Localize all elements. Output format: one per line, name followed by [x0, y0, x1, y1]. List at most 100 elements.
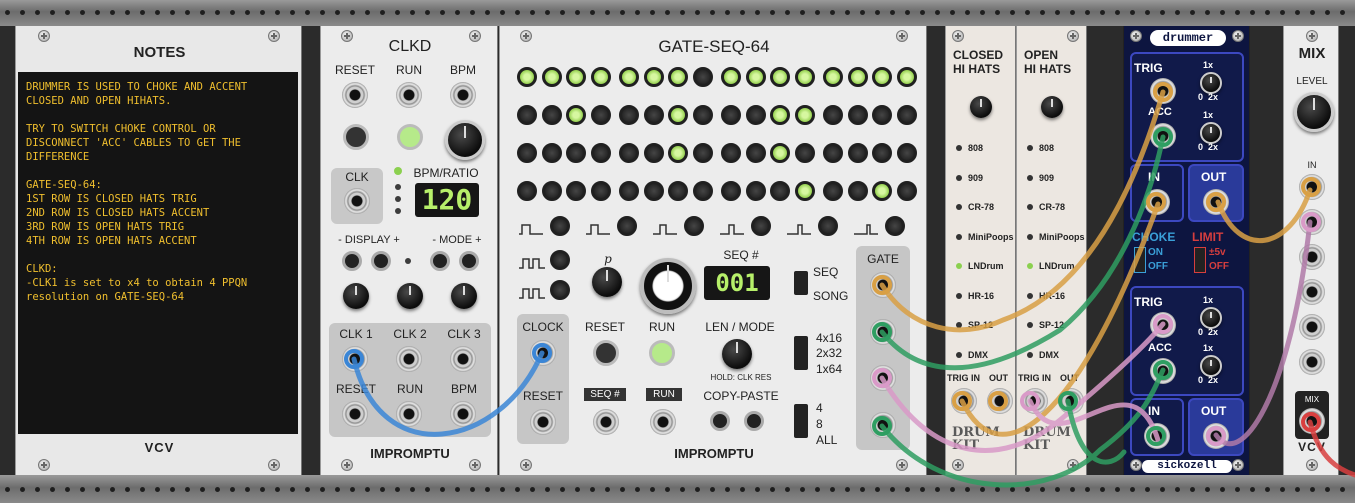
step-button[interactable] — [668, 143, 688, 163]
reset-output-jack[interactable] — [342, 401, 368, 427]
step-button[interactable] — [794, 67, 815, 87]
step-button[interactable] — [823, 105, 843, 125]
kit-option[interactable]: DMX — [1039, 350, 1059, 360]
gate-output-2-jack[interactable] — [870, 319, 896, 345]
step-button[interactable] — [643, 143, 664, 163]
step-button[interactable] — [541, 67, 562, 87]
step-button[interactable] — [745, 67, 766, 87]
step-button[interactable] — [847, 67, 868, 87]
kit-option[interactable]: 909 — [1039, 173, 1054, 183]
step-button[interactable] — [872, 143, 892, 163]
step-button[interactable] — [823, 67, 843, 87]
step-button[interactable] — [847, 143, 868, 163]
mix-output-jack[interactable] — [1299, 408, 1325, 434]
gate-output-3-jack[interactable] — [870, 365, 896, 391]
gate-type-button[interactable] — [885, 216, 905, 236]
open-out-jack[interactable] — [1058, 388, 1084, 414]
run-input-jack[interactable] — [396, 82, 422, 108]
bpm-knob[interactable] — [445, 120, 485, 160]
seq-song-switch[interactable] — [794, 271, 808, 295]
step-button[interactable] — [517, 67, 537, 87]
clk3-ratio-knob[interactable] — [451, 283, 477, 309]
notes-text-area[interactable]: DRUMMER IS USED TO CHOKE AND ACCENT CLOSE… — [18, 72, 298, 434]
kit-option[interactable]: SP-12 — [968, 320, 993, 330]
kit-option[interactable]: LNDrum — [968, 261, 1004, 271]
gate-type-button[interactable] — [751, 216, 771, 236]
run-input-jack[interactable] — [650, 409, 676, 435]
step-button[interactable] — [721, 181, 741, 201]
step-button[interactable] — [692, 67, 713, 87]
run-button[interactable] — [397, 124, 423, 150]
kit-option[interactable]: HR-16 — [968, 291, 994, 301]
closed-trig-in-jack[interactable] — [951, 388, 977, 414]
run-output-jack[interactable] — [396, 401, 422, 427]
mix-input-jack[interactable] — [1299, 209, 1325, 235]
kit-option[interactable]: 808 — [1039, 143, 1054, 153]
bpm-output-jack[interactable] — [450, 401, 476, 427]
audio-in-1-jack[interactable] — [1144, 189, 1170, 215]
step-button[interactable] — [668, 105, 688, 125]
step-button[interactable] — [643, 67, 664, 87]
mix-input-jack[interactable] — [1299, 244, 1325, 270]
step-button[interactable] — [896, 67, 917, 87]
clock-input-jack[interactable] — [530, 340, 556, 366]
step-button[interactable] — [745, 181, 766, 201]
kit-option[interactable]: 909 — [968, 173, 983, 183]
step-button[interactable] — [517, 143, 537, 163]
step-button[interactable] — [619, 67, 639, 87]
step-button[interactable] — [770, 143, 790, 163]
display-plus-button[interactable] — [371, 251, 391, 271]
kit-option[interactable]: LNDrum — [1039, 261, 1075, 271]
step-button[interactable] — [517, 105, 537, 125]
step-button[interactable] — [872, 105, 892, 125]
step-button[interactable] — [566, 143, 586, 163]
clk3-output-jack[interactable] — [450, 346, 476, 372]
step-button[interactable] — [896, 181, 917, 201]
gate-type-button[interactable] — [617, 216, 637, 236]
step-button[interactable] — [566, 181, 586, 201]
step-button[interactable] — [721, 67, 741, 87]
seqnum-input-jack[interactable] — [593, 409, 619, 435]
gate-mode-button[interactable] — [550, 250, 570, 270]
gate-output-1-jack[interactable] — [870, 272, 896, 298]
clk1-ratio-knob[interactable] — [343, 283, 369, 309]
gate-type-button[interactable] — [818, 216, 838, 236]
p-knob[interactable] — [592, 267, 622, 297]
gate-output-4-jack[interactable] — [870, 412, 896, 438]
audio-in-2-jack[interactable] — [1144, 423, 1170, 449]
step-button[interactable] — [823, 181, 843, 201]
audio-out-2-jack[interactable] — [1203, 423, 1229, 449]
step-button[interactable] — [517, 181, 537, 201]
kit-option[interactable]: DMX — [968, 350, 988, 360]
step-button[interactable] — [590, 143, 611, 163]
kit-option[interactable]: CR-78 — [1039, 202, 1065, 212]
step-button[interactable] — [590, 105, 611, 125]
step-button[interactable] — [643, 105, 664, 125]
clk2-output-jack[interactable] — [396, 346, 422, 372]
step-button[interactable] — [847, 105, 868, 125]
clk1-output-jack[interactable] — [342, 346, 368, 372]
len-mode-button[interactable] — [722, 339, 752, 369]
acc-input-2-jack[interactable] — [1150, 358, 1176, 384]
limit-switch[interactable] — [1194, 247, 1206, 273]
step-button[interactable] — [692, 181, 713, 201]
closed-out-jack[interactable] — [987, 388, 1013, 414]
kit-option[interactable]: SP-12 — [1039, 320, 1064, 330]
copy-size-switch[interactable] — [794, 404, 808, 438]
step-button[interactable] — [566, 105, 586, 125]
step-button[interactable] — [692, 143, 713, 163]
open-kit-knob[interactable] — [1041, 96, 1063, 118]
step-button[interactable] — [794, 181, 815, 201]
kit-option[interactable]: MiniPoops — [968, 232, 1014, 242]
gate-type-button[interactable] — [684, 216, 704, 236]
step-button[interactable] — [794, 105, 815, 125]
level-knob[interactable] — [1294, 92, 1334, 132]
step-button[interactable] — [541, 181, 562, 201]
step-button[interactable] — [692, 105, 713, 125]
step-button[interactable] — [566, 67, 586, 87]
mix-input-jack[interactable] — [1299, 349, 1325, 375]
reset-input-jack[interactable] — [342, 82, 368, 108]
step-button[interactable] — [668, 181, 688, 201]
acc-level-2-knob[interactable] — [1200, 355, 1222, 377]
step-button[interactable] — [823, 143, 843, 163]
